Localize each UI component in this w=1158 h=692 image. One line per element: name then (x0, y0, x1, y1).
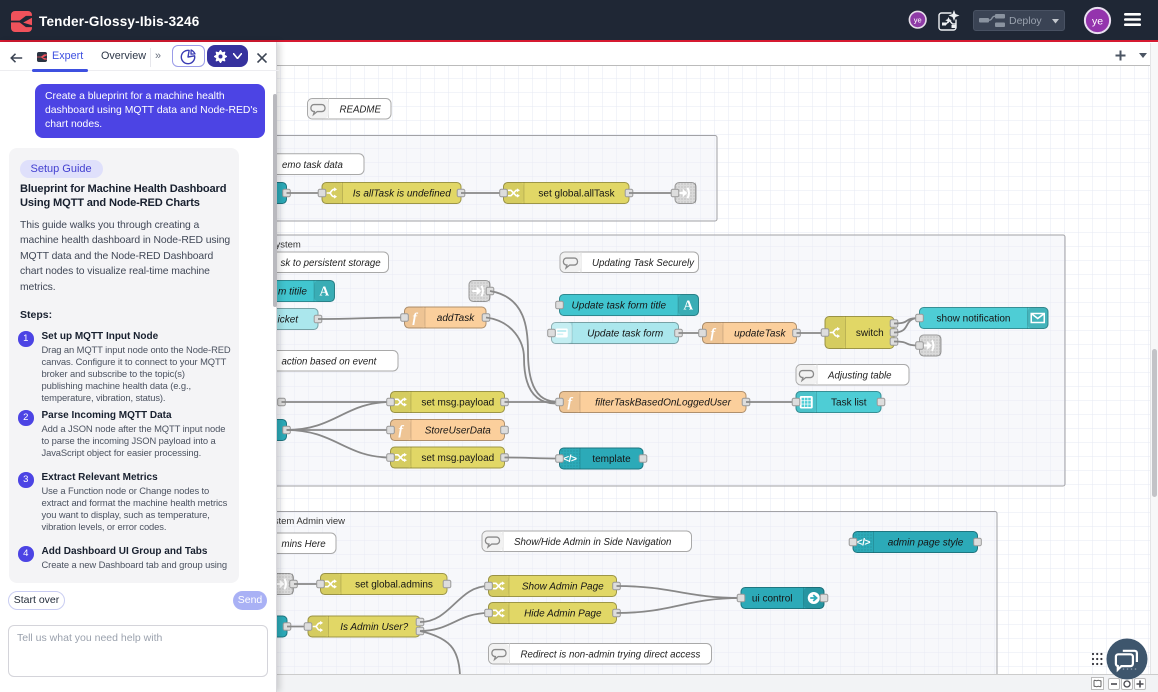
svg-text:Hide Admin Page: Hide Admin Page (524, 609, 602, 620)
svg-text:ystem Admin view: ystem Admin view (277, 516, 345, 527)
svg-text:Updating Task Securely: Updating Task Securely (592, 258, 695, 269)
svg-text:A: A (683, 298, 693, 313)
svg-text:mins Here: mins Here (282, 539, 327, 550)
svg-text:README: README (340, 104, 382, 115)
svg-text:Is allTask is undefined: Is allTask is undefined (353, 189, 451, 200)
svg-text:Redirect is non-admin trying d: Redirect is non-admin trying direct acce… (521, 649, 701, 660)
svg-text:set global.allTask: set global.allTask (538, 189, 615, 200)
svg-text:ye: ye (1092, 15, 1103, 27)
svg-text:addTask: addTask (437, 313, 475, 324)
svg-text:m titile: m titile (278, 287, 307, 298)
svg-text:Adjusting table: Adjusting table (827, 370, 892, 381)
svg-text:sk to persistent storage: sk to persistent storage (281, 258, 382, 269)
svg-text:A: A (319, 284, 329, 299)
svg-text:Is Admin User?: Is Admin User? (340, 622, 408, 633)
svg-text:action based on event: action based on event (282, 356, 378, 367)
svg-text:</>: </> (563, 453, 577, 465)
svg-text:admin page style: admin page style (888, 538, 964, 549)
svg-text:Update task form: Update task form (587, 329, 663, 340)
svg-text:Show/Hide Admin in Side Naviga: Show/Hide Admin in Side Navigation (514, 537, 671, 548)
svg-text:emo task data: emo task data (282, 160, 343, 171)
svg-text:filterTaskBasedOnLoggedUser: filterTaskBasedOnLoggedUser (595, 398, 731, 409)
svg-text:Task list: Task list (831, 398, 867, 409)
svg-text:set msg.payload: set msg.payload (421, 398, 494, 409)
svg-text:set msg.payload: set msg.payload (421, 453, 494, 464)
svg-text:icket: icket (278, 315, 300, 326)
svg-text:set global.admins: set global.admins (355, 580, 433, 591)
svg-text:ystem: ystem (277, 240, 301, 251)
svg-text:ui control: ui control (752, 594, 793, 605)
svg-text:show notification: show notification (937, 314, 1011, 325)
svg-text:Show Admin Page: Show Admin Page (522, 582, 604, 593)
svg-text:ye: ye (914, 15, 922, 24)
svg-text:Update task form title: Update task form title (572, 301, 667, 312)
svg-text:template: template (592, 454, 631, 465)
svg-text:switch: switch (856, 328, 884, 339)
svg-text:StoreUserData: StoreUserData (425, 426, 492, 437)
svg-text:</>: </> (857, 537, 871, 549)
svg-text:updateTask: updateTask (734, 329, 786, 340)
